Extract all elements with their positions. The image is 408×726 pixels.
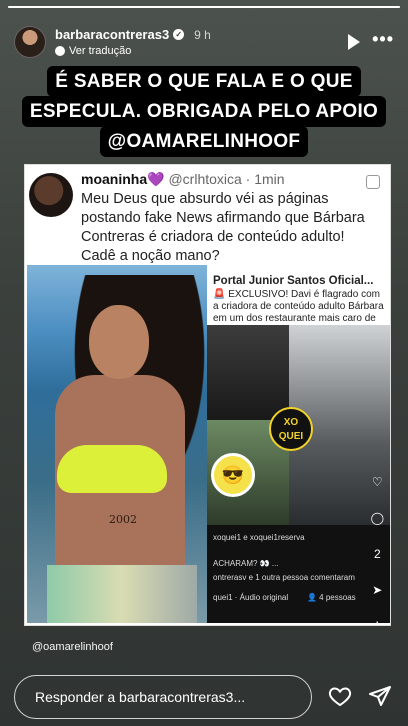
news-footer: xoquei1 e xoquei1reserva ACHARAM? 👀 ... … [207,525,390,623]
news-line-4: quei1 · Áudio original [213,593,289,602]
tweet-text: Meu Deus que absurdo véi as páginas post… [81,191,365,264]
username-row[interactable]: barbaracontreras3 ✓ 9 h [55,27,211,42]
play-icon[interactable] [348,34,360,50]
translate-label: Ver tradução [69,45,132,57]
reply-input[interactable]: Responder a barbaracontreras3... [14,675,312,719]
tattoo-text: 2002 [109,513,137,526]
story-time: 9 h [194,27,211,42]
send-icon[interactable] [368,684,392,708]
story-progress-fill [8,6,400,8]
mention-tag[interactable]: @oamarelinhoof [32,641,113,653]
news-screenshot: Portal Junior Santos Oficial... 🚨 EXCLUS… [207,265,390,623]
tweet-handle: @crlhtoxica · 1min [168,171,285,187]
photo-bikini [57,445,167,493]
news-side-icons: ♡ ◯ 2 ➤ ⋮ [371,475,384,623]
verified-icon: ✓ [173,29,185,40]
tweet-header: moaninha💜 @crlhtoxica · 1min [81,171,285,188]
translate-link[interactable]: Ver tradução [55,45,131,57]
more-vertical-icon: ⋮ [371,619,383,623]
emoji-sticker-icon: 😎 [211,453,255,497]
news-title: Portal Junior Santos Oficial... [213,275,374,287]
translate-icon [55,46,65,56]
more-options-icon[interactable]: ••• [372,30,394,48]
news-line-1: xoquei1 e xoquei1reserva [213,533,305,542]
heart-icon[interactable] [328,684,352,708]
news-image-1 [207,325,289,420]
photo-face [89,305,149,379]
share-icon: ➤ [372,583,383,597]
story-progress-bar [8,6,400,8]
story-header: barbaracontreras3 ✓ 9 h Ver tradução ••• [14,22,394,62]
news-line-2: ACHARAM? 👀 ... [213,559,279,568]
username[interactable]: barbaracontreras3 [55,27,169,42]
tweet-avatar [29,173,73,217]
comment-icon: ◯ [370,511,384,525]
news-line-3: ontrerasv e 1 outra pessoa comentaram [213,573,355,582]
caption-line-1: É SABER O QUE FALA E O QUE [47,66,361,97]
tweet-name: moaninha [81,171,148,187]
caption-line-3: @OAMARELINHOOF [99,126,309,157]
avatar[interactable] [14,26,46,58]
photo-shorts [47,565,197,623]
story-caption: É SABER O QUE FALA E O QUE ESPECULA. OBR… [0,66,408,157]
comment-count: 2 [373,547,381,561]
shared-tweet-card: moaninha💜 @crlhtoxica · 1min Meu Deus qu… [24,164,391,626]
tweet-corner-icon [366,175,380,189]
purple-heart-icon: 💜 [147,171,165,187]
story-viewer: barbaracontreras3 ✓ 9 h Ver tradução •••… [0,0,408,726]
news-line-5: 👤 4 pessoas [307,593,356,602]
woman-photo: 2002 [27,265,207,623]
like-outline-icon: ♡ [371,475,383,489]
xo-quei-badge: XO QUEI [269,407,313,451]
caption-line-2: ESPECULA. OBRIGADA PELO APOIO [21,96,387,127]
news-banner: Portal Junior Santos Oficial... 🚨 EXCLUS… [207,265,390,336]
